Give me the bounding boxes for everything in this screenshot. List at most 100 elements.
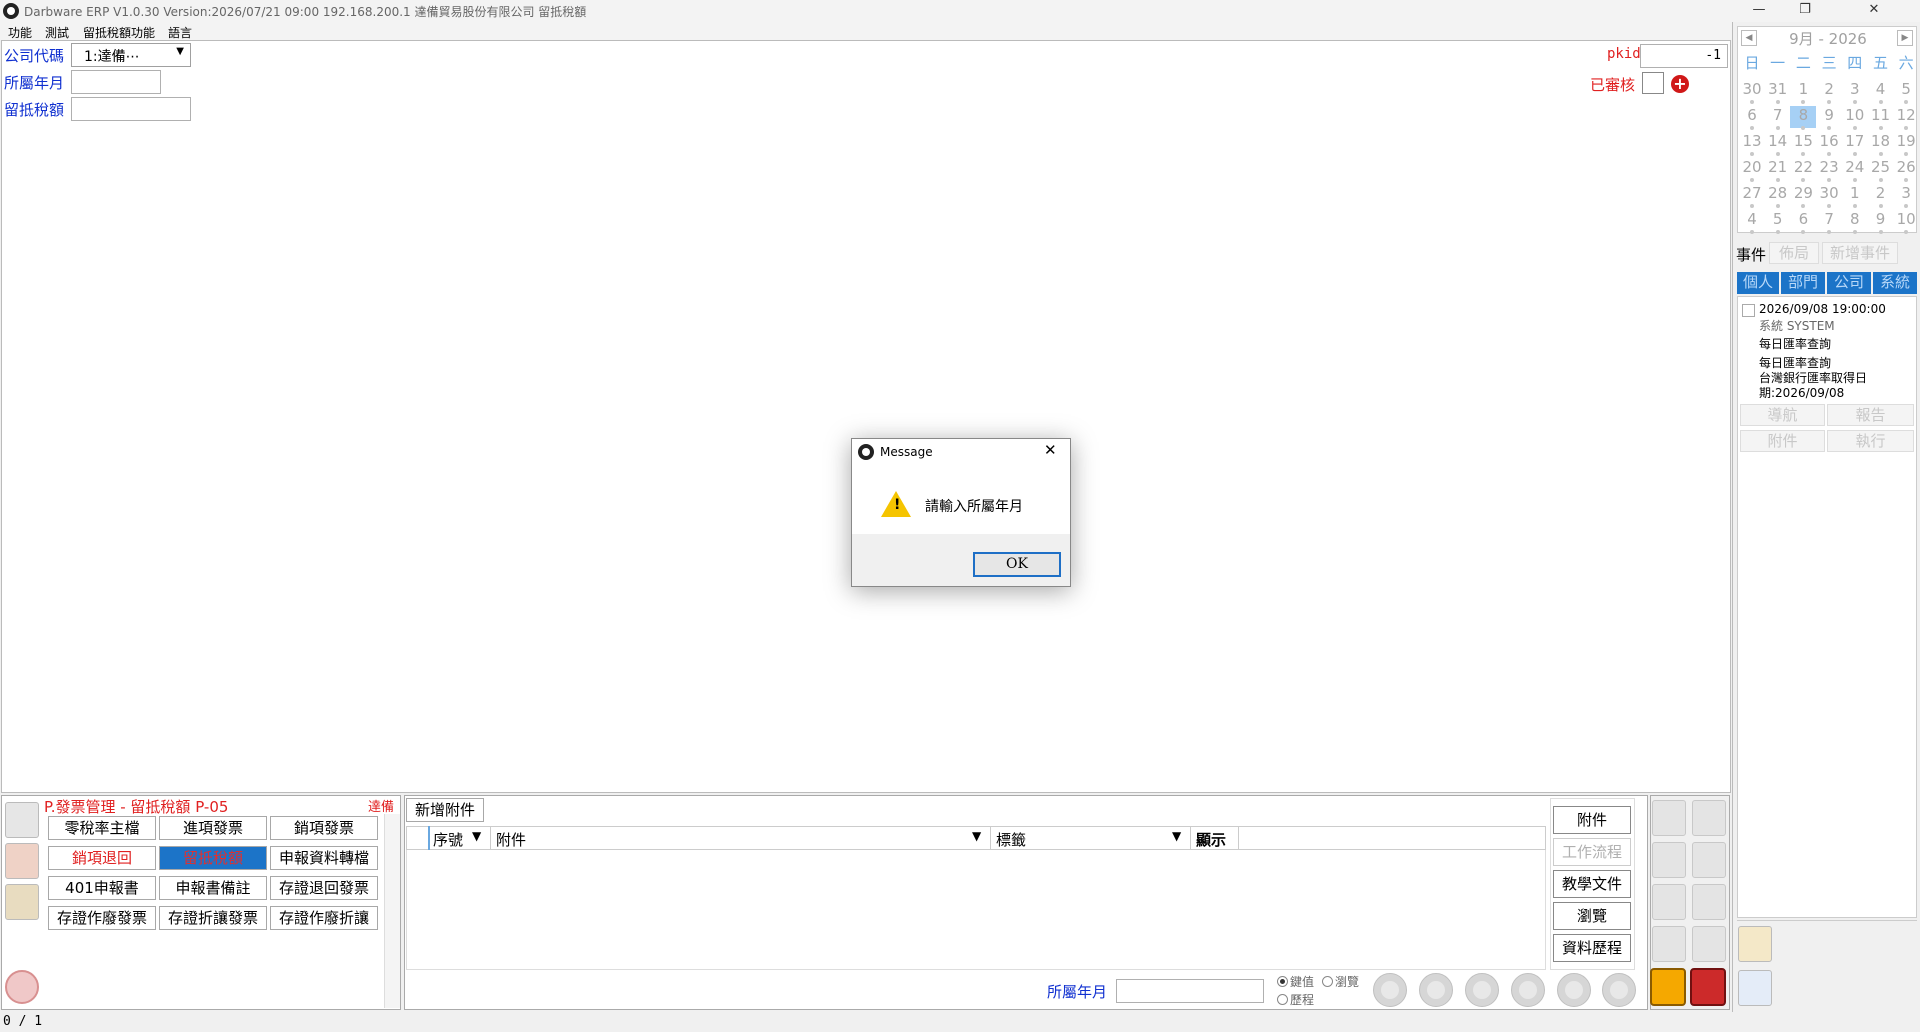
user-card-icon[interactable] — [5, 843, 39, 879]
menu-test[interactable]: 測試 — [45, 24, 69, 41]
folder-icon[interactable] — [5, 884, 39, 920]
layout-button[interactable]: 佈局 — [1769, 242, 1819, 264]
help-icon[interactable] — [1602, 973, 1636, 1007]
calendar-day[interactable]: 2 — [1816, 80, 1842, 104]
clipboard-icon[interactable] — [1692, 884, 1726, 920]
menu-tax-function[interactable]: 留抵稅額功能 — [83, 24, 155, 41]
calendar-day[interactable]: 1 — [1790, 80, 1816, 104]
navigate-button[interactable]: 導航 — [1740, 404, 1825, 426]
search-icon[interactable] — [1652, 884, 1686, 920]
module-button-zero-tax-master[interactable]: 零稅率主檔 — [48, 816, 156, 840]
calendar-day[interactable]: 16 — [1816, 132, 1842, 156]
calendar-day[interactable]: 14 — [1765, 132, 1791, 156]
calendar-day[interactable]: 19 — [1893, 132, 1919, 156]
calendar-day[interactable]: 29 — [1790, 184, 1816, 208]
module-button-certified-return-invoice[interactable]: 存證退回發票 — [270, 876, 378, 900]
refresh-icon[interactable] — [1465, 973, 1499, 1007]
calendar-day[interactable]: 3 — [1842, 80, 1868, 104]
module-button-declaration-export[interactable]: 申報資料轉檔 — [270, 846, 378, 870]
preview-icon[interactable] — [1692, 926, 1726, 962]
tab-department[interactable]: 部門 — [1781, 272, 1825, 294]
radio-history[interactable] — [1277, 994, 1288, 1005]
add-attachment-button[interactable]: 新增附件 — [406, 798, 484, 822]
report-button[interactable]: 報告 — [1827, 404, 1914, 426]
tax-amount-input[interactable] — [71, 97, 191, 121]
calendar-day[interactable]: 7 — [1765, 106, 1791, 130]
calendar-day[interactable]: 30 — [1816, 184, 1842, 208]
print-icon[interactable] — [1692, 842, 1726, 878]
col-seq[interactable]: 序號 — [433, 829, 463, 850]
calendar-day[interactable]: 2 — [1868, 184, 1894, 208]
close-window-button[interactable]: ✕ — [1828, 1, 1920, 21]
module-button-certified-void-invoice[interactable]: 存證作廢發票 — [48, 906, 156, 930]
filter-icon[interactable]: ▼ — [972, 829, 981, 843]
calendar-next-button[interactable]: ▶ — [1897, 30, 1913, 46]
attachment-grid-body[interactable] — [406, 850, 1546, 970]
calendar-day[interactable]: 22 — [1790, 158, 1816, 182]
radio-key[interactable] — [1277, 976, 1288, 987]
calendar-day[interactable]: 4 — [1739, 210, 1765, 234]
document-icon[interactable] — [5, 802, 39, 838]
tab-system[interactable]: 系統 — [1873, 272, 1917, 294]
company-code-select[interactable]: 1:達備⋯ ▼ — [71, 43, 191, 67]
ok-button[interactable]: OK — [973, 552, 1061, 577]
calendar-day[interactable]: 5 — [1765, 210, 1791, 234]
calendar-day[interactable]: 31 — [1765, 80, 1791, 104]
module-scrollbar[interactable] — [384, 814, 400, 1008]
pkid-input[interactable]: -1 — [1640, 44, 1728, 68]
module-button-declaration-note[interactable]: 申報書備註 — [159, 876, 267, 900]
calendar-day[interactable]: 7 — [1816, 210, 1842, 234]
filter-icon[interactable]: ▼ — [1172, 829, 1181, 843]
col-tag[interactable]: 標籤 — [996, 829, 1026, 850]
calendar-day[interactable]: 25 — [1868, 158, 1894, 182]
first-record-icon[interactable] — [1373, 973, 1407, 1007]
calendar-day[interactable]: 20 — [1739, 158, 1765, 182]
calendar-month-label[interactable]: 9月 - 2026 — [1741, 28, 1915, 48]
filter-icon[interactable]: ▼ — [472, 829, 481, 843]
calendar-day[interactable]: 8 — [1842, 210, 1868, 234]
module-button-certified-allowance-invoice[interactable]: 存證折讓發票 — [159, 906, 267, 930]
calendar-day[interactable]: 26 — [1893, 158, 1919, 182]
calendar-day[interactable]: 3 — [1893, 184, 1919, 208]
calendar-day[interactable]: 23 — [1816, 158, 1842, 182]
calendar-day[interactable]: 24 — [1842, 158, 1868, 182]
next-record-icon[interactable] — [1511, 973, 1545, 1007]
upload-arrow-icon[interactable] — [5, 970, 39, 1004]
chevron-down-icon[interactable]: ▼ — [176, 46, 184, 57]
calendar-day[interactable]: 12 — [1893, 106, 1919, 130]
undo-icon[interactable] — [1690, 968, 1726, 1006]
calendar-day[interactable]: 8 — [1790, 106, 1817, 130]
calendar-day[interactable]: 6 — [1739, 106, 1765, 130]
calendar-day[interactable]: 13 — [1739, 132, 1765, 156]
col-attachment[interactable]: 附件 — [496, 829, 526, 850]
col-display[interactable]: 顯示 — [1196, 829, 1226, 850]
dialog-close-button[interactable]: ✕ — [1044, 441, 1057, 459]
save-layout-icon[interactable] — [1692, 800, 1726, 836]
workflow-button[interactable]: 工作流程 — [1553, 838, 1631, 866]
reviewed-checkbox[interactable] — [1642, 72, 1664, 94]
calendar-day[interactable]: 1 — [1842, 184, 1868, 208]
module-button-input-invoice[interactable]: 進項發票 — [159, 816, 267, 840]
search-month-input[interactable] — [1116, 979, 1264, 1003]
execute-button[interactable]: 執行 — [1827, 430, 1914, 452]
add-circle-icon[interactable]: + — [1671, 75, 1689, 93]
calendar-day[interactable]: 17 — [1842, 132, 1868, 156]
save-icon[interactable] — [1650, 968, 1686, 1006]
calendar-day[interactable]: 10 — [1893, 210, 1919, 234]
tab-company[interactable]: 公司 — [1827, 272, 1871, 294]
calendar-day[interactable]: 5 — [1893, 80, 1919, 104]
copy-record-icon[interactable] — [1652, 842, 1686, 878]
attachment-button[interactable]: 附件 — [1553, 806, 1631, 834]
event-attachment-button[interactable]: 附件 — [1740, 430, 1825, 452]
calendar-day[interactable]: 27 — [1739, 184, 1765, 208]
tutorial-button[interactable]: 教學文件 — [1553, 870, 1631, 898]
event-checkbox[interactable] — [1742, 304, 1755, 317]
browse-button[interactable]: 瀏覽 — [1553, 902, 1631, 930]
restore-button[interactable]: ❐ — [1782, 1, 1828, 21]
data-history-button[interactable]: 資料歷程 — [1553, 934, 1631, 962]
module-button-offset-tax[interactable]: 留抵稅額 — [159, 846, 267, 870]
clock-icon[interactable] — [1738, 970, 1772, 1006]
add-event-button[interactable]: 新增事件 — [1822, 242, 1898, 264]
new-record-icon[interactable] — [1652, 800, 1686, 836]
menu-function[interactable]: 功能 — [8, 24, 32, 41]
